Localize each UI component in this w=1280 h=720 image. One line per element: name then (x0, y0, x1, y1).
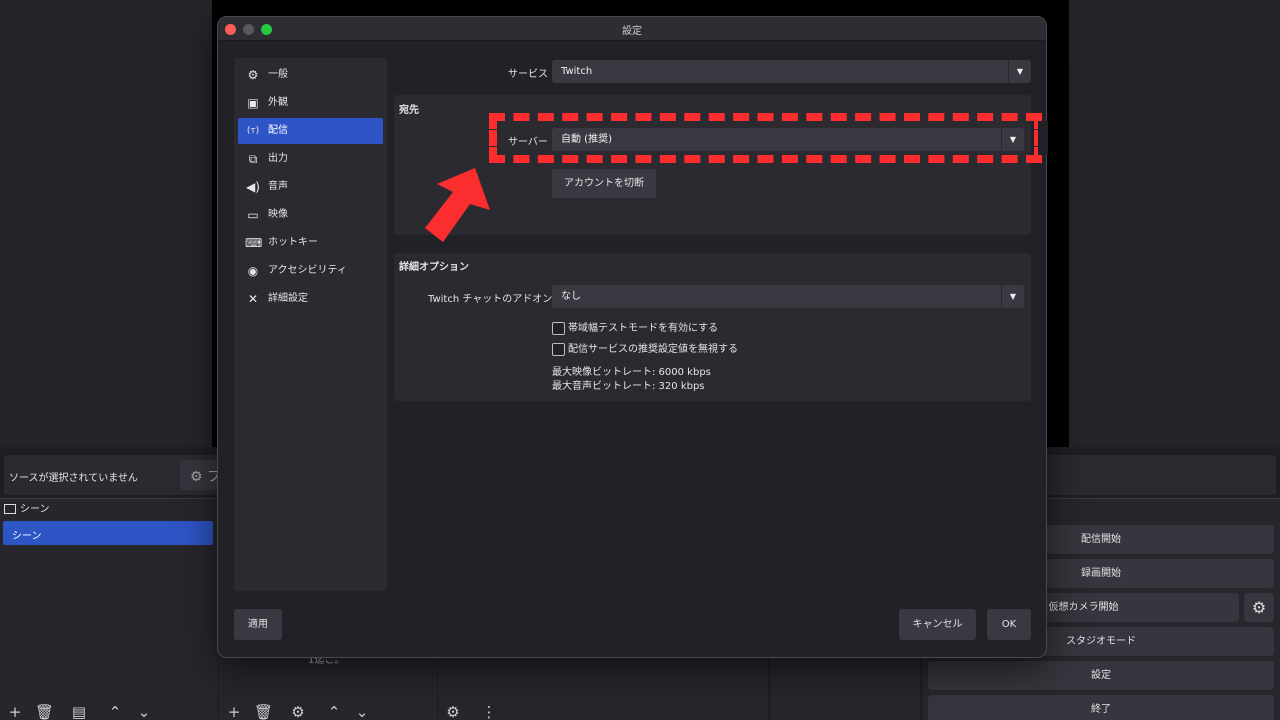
scenes-title-label: シーン (20, 504, 50, 515)
appearance-icon: ▣ (247, 96, 259, 110)
wrench-icon: ✕ (247, 292, 259, 306)
dialog-title: 設定 (622, 26, 642, 37)
service-select[interactable]: Twitch ▼ (552, 60, 1031, 83)
nav-item-stream[interactable]: (ᴛ) 配信 (238, 118, 383, 144)
settings-button[interactable]: 設定 (928, 661, 1274, 690)
disconnect-account-button[interactable]: アカウントを切断 (552, 169, 656, 198)
trash-icon[interactable]: 🗑 (254, 705, 273, 720)
more-menu-icon[interactable]: ⋮ (481, 705, 497, 720)
accessibility-icon: ◉ (247, 264, 259, 278)
mixer-settings-icon[interactable]: ⚙ (445, 705, 461, 720)
nav-item-output[interactable]: ⧉ 出力 (238, 146, 383, 172)
monitor-icon: ▭ (247, 208, 259, 222)
keyboard-icon: ⌨ (245, 236, 263, 250)
scenes-dock-title: シーン (0, 500, 50, 515)
move-down-icon[interactable]: ⌄ (136, 705, 152, 720)
max-video-bitrate: 最大映像ビットレート: 6000 kbps (552, 367, 711, 378)
background-right-panel (1069, 0, 1280, 447)
virtual-camera-settings-icon[interactable]: ⚙ (1244, 593, 1274, 622)
nav-label: 映像 (268, 209, 288, 220)
add-source-icon[interactable]: + (226, 705, 242, 720)
stream-icon: (ᴛ) (246, 126, 260, 136)
output-icon: ⧉ (248, 152, 258, 166)
background-left-panel (0, 0, 212, 447)
nav-item-appearance[interactable]: ▣ 外観 (238, 90, 383, 116)
checkbox-box[interactable] (552, 321, 565, 335)
ok-button[interactable]: OK (987, 609, 1031, 640)
chevron-down-icon: ▼ (1008, 60, 1031, 83)
nav-item-video[interactable]: ▭ 映像 (238, 202, 383, 228)
speaker-icon: ◀) (246, 180, 260, 194)
chevron-down-icon: ▼ (1001, 285, 1024, 308)
move-down-icon[interactable]: ⌄ (354, 705, 370, 720)
exit-button[interactable]: 終了 (928, 695, 1274, 720)
highlight-box (489, 113, 1042, 163)
ignore-recommended-checkbox[interactable]: 配信サービスの推奨設定値を無視する (552, 340, 738, 356)
nav-label: 一般 (268, 69, 288, 80)
scenes-icon (4, 504, 16, 514)
nav-item-accessibility[interactable]: ◉ アクセシビリティ (238, 258, 383, 284)
gear-icon[interactable]: ⚙ (290, 705, 306, 720)
max-audio-bitrate: 最大音声ビットレート: 320 kbps (552, 381, 705, 392)
service-value: Twitch (561, 66, 593, 77)
nav-label: 出力 (268, 153, 288, 164)
highlight-box-gap (1038, 121, 1048, 155)
scene-list-item[interactable]: シーン (3, 521, 213, 545)
checkbox-box[interactable] (552, 342, 565, 356)
bandwidth-test-label: 帯域幅テストモードを有効にする (568, 323, 719, 334)
gear-icon: ⚙ (247, 68, 259, 82)
destination-title: 宛先 (399, 105, 419, 116)
nav-item-audio[interactable]: ◀) 音声 (238, 174, 383, 200)
trash-icon[interactable]: 🗑 (35, 705, 54, 720)
add-scene-icon[interactable]: + (7, 705, 23, 720)
nav-label: 外観 (268, 97, 288, 108)
settings-nav: ⚙ 一般 ▣ 外観 (ᴛ) 配信 ⧉ 出力 ◀) 音声 ▭ 映像 ⌨ ホットキー ◉ アクセシビ… (234, 58, 387, 591)
move-up-icon[interactable]: ⌃ (107, 705, 123, 720)
gear-icon: ⚙ (190, 469, 203, 485)
nav-label: 配信 (268, 125, 288, 136)
chat-addon-select[interactable]: なし ▼ (552, 285, 1024, 308)
nav-label: アクセシビリティ (268, 265, 347, 276)
nav-item-general[interactable]: ⚙ 一般 (238, 62, 383, 88)
nav-label: 音声 (268, 181, 288, 192)
apply-button[interactable]: 適用 (234, 609, 282, 640)
bandwidth-test-checkbox[interactable]: 帯域幅テストモードを有効にする (552, 319, 718, 335)
nav-label: ホットキー (268, 237, 318, 248)
nav-label: 詳細設定 (268, 293, 308, 304)
chat-addon-label: Twitch チャットのアドオン (428, 294, 553, 305)
ignore-recommended-label: 配信サービスの推奨設定値を無視する (568, 344, 738, 355)
service-label: サービス (508, 69, 548, 80)
no-source-text: ソースが選択されていません (9, 473, 138, 484)
move-up-icon[interactable]: ⌃ (326, 705, 342, 720)
filter-icon[interactable]: ▤ (71, 705, 87, 720)
cancel-button[interactable]: キャンセル (899, 609, 976, 640)
nav-item-hotkeys[interactable]: ⌨ ホットキー (238, 230, 383, 256)
chat-addon-value: なし (561, 291, 581, 302)
dialog-titlebar: 設定 (218, 17, 1046, 41)
red-arrow-icon (425, 168, 490, 242)
advanced-options-title: 詳細オプション (399, 262, 469, 273)
nav-item-advanced[interactable]: ✕ 詳細設定 (238, 286, 383, 312)
